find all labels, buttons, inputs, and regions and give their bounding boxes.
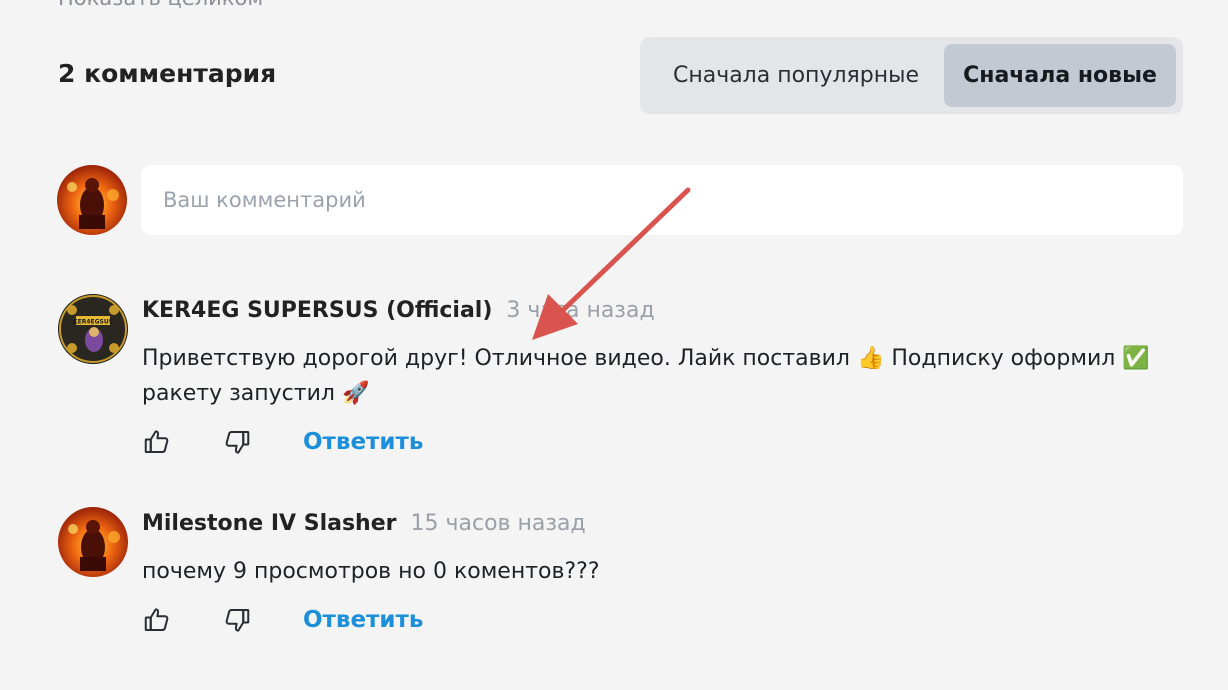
- comment-author[interactable]: Milestone IV Slasher: [142, 511, 397, 536]
- thumbs-up-icon[interactable]: [142, 427, 172, 457]
- comment-timestamp: 15 часов назад: [410, 511, 586, 536]
- reply-button[interactable]: Ответить: [303, 427, 423, 457]
- thumbs-down-icon[interactable]: [222, 427, 252, 457]
- thumbs-down-icon[interactable]: [222, 605, 252, 635]
- comments-section: Показать целиком 2 комментария Сначала п…: [0, 0, 1228, 690]
- comment-input[interactable]: [141, 165, 1183, 235]
- comment-author[interactable]: KER4EG SUPERSUS (Official): [142, 298, 492, 323]
- comment-item: Milestone IV Slasher 15 часов назад почем…: [58, 507, 1183, 647]
- thumbs-up-icon[interactable]: [142, 605, 172, 635]
- avatar-logo-text: KER4EGSUS: [73, 319, 113, 326]
- commenter-avatar: KER4EGSUS: [58, 294, 128, 364]
- comment-text-line: Приветствую дорогой друг! Отличное видео…: [142, 346, 1150, 371]
- comment-timestamp: 3 часа назад: [506, 298, 655, 323]
- comment-header: KER4EG SUPERSUS (Official) 3 часа назад: [142, 298, 655, 323]
- comments-header: 2 комментария Сначала популярные Сначала…: [58, 37, 1183, 114]
- comment-text-line: ракету запустил 🚀: [142, 381, 370, 406]
- comment-header: Milestone IV Slasher 15 часов назад: [142, 511, 586, 536]
- comment-count-title: 2 комментария: [58, 59, 277, 88]
- show-all-link[interactable]: Показать целиком: [58, 0, 263, 10]
- current-user-avatar: [57, 165, 127, 235]
- commenter-avatar: [58, 507, 128, 577]
- comment-item: KER4EGSUS KER4EG SUPERSUS (Official) 3 ча…: [58, 294, 1183, 464]
- sort-new-button[interactable]: Сначала новые: [944, 44, 1176, 107]
- comment-text: почему 9 просмотров но 0 коментов???: [142, 554, 1187, 589]
- comment-text: Приветствую дорогой друг! Отличное видео…: [142, 341, 1187, 411]
- sort-toggle: Сначала популярные Сначала новые: [640, 37, 1183, 114]
- reply-button[interactable]: Ответить: [303, 605, 423, 635]
- sort-popular-button[interactable]: Сначала популярные: [650, 44, 942, 107]
- comment-text-line: почему 9 просмотров но 0 коментов???: [142, 559, 600, 584]
